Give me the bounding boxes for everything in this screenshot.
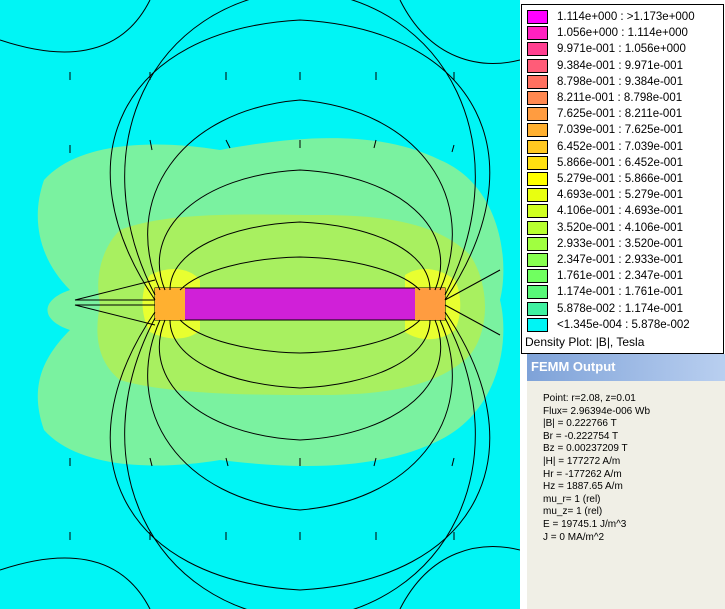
legend-row: 3.520e-001 : 4.106e-001 xyxy=(522,220,722,236)
legend-row: 1.174e-001 : 1.761e-001 xyxy=(522,284,722,300)
output-line: E = 19745.1 J/m^3 xyxy=(543,519,627,530)
density-legend: 1.114e+000 : >1.173e+000 1.056e+000 : 1.1… xyxy=(521,4,724,354)
legend-row: 7.625e-001 : 8.211e-001 xyxy=(522,106,722,122)
legend-range-label: 8.211e-001 : 8.798e-001 xyxy=(557,92,683,104)
legend-row: 1.761e-001 : 2.347e-001 xyxy=(522,268,722,284)
legend-swatch xyxy=(527,172,548,186)
output-line: Hz = 1887.65 A/m xyxy=(543,481,623,493)
legend-swatch xyxy=(527,42,548,57)
legend-swatch xyxy=(527,155,548,170)
legend-range-label: 5.279e-001 : 5.866e-001 xyxy=(557,173,683,185)
legend-swatch xyxy=(527,236,548,251)
legend-row: 8.211e-001 : 8.798e-001 xyxy=(522,90,722,106)
legend-row: 4.106e-001 : 4.693e-001 xyxy=(522,203,722,219)
legend-range-label: <1.345e-004 : 5.878e-002 xyxy=(557,318,690,331)
legend-range-label: 1.114e+000 : >1.173e+000 xyxy=(557,11,695,23)
output-line: mu_r= 1 (rel) xyxy=(543,493,601,505)
output-line: Point: r=2.08, z=0.01 xyxy=(543,393,636,404)
output-line: mu_z= 1 (rel) xyxy=(543,506,603,518)
legend-row: 2.933e-001 : 3.520e-001 xyxy=(522,236,722,252)
legend-swatch xyxy=(527,91,548,105)
legend-swatch xyxy=(527,123,548,138)
output-line: Hr = -177262 A/m xyxy=(543,468,622,480)
legend-swatch xyxy=(527,285,548,300)
legend-swatch xyxy=(527,107,548,122)
legend-range-label: 9.971e-001 : 1.056e+000 xyxy=(557,43,686,56)
density-plot-canvas[interactable] xyxy=(0,0,520,609)
legend-swatch xyxy=(527,58,548,73)
legend-row: 8.798e-001 : 9.384e-001 xyxy=(522,74,722,90)
legend-range-label: 1.761e-001 : 2.347e-001 xyxy=(557,270,683,283)
output-line: Bz = 0.00237209 T xyxy=(543,443,628,455)
legend-range-label: 7.625e-001 : 8.211e-001 xyxy=(557,108,683,121)
legend-range-label: 3.520e-001 : 4.106e-001 xyxy=(557,221,683,234)
output-line: |H| = 177272 A/m xyxy=(543,456,621,467)
legend-row: 4.693e-001 : 5.279e-001 xyxy=(522,187,722,203)
field-plot-svg xyxy=(0,0,520,609)
legend-range-label: 2.347e-001 : 2.933e-001 xyxy=(557,254,683,266)
legend-range-label: 5.878e-002 : 1.174e-001 xyxy=(557,302,683,315)
legend-row: 5.279e-001 : 5.866e-001 xyxy=(522,171,722,187)
output-line: |B| = 0.222766 T xyxy=(543,418,617,430)
legend-range-label: 4.693e-001 : 5.279e-001 xyxy=(557,189,683,202)
legend-row: 7.039e-001 : 7.625e-001 xyxy=(522,122,722,138)
legend-row: 9.384e-001 : 9.971e-001 xyxy=(522,58,722,74)
legend-row: 2.347e-001 : 2.933e-001 xyxy=(522,252,722,268)
legend-caption: Density Plot: |B|, Tesla xyxy=(525,335,645,349)
legend-row: 1.114e+000 : >1.173e+000 xyxy=(522,9,722,25)
legend-swatch xyxy=(527,139,548,154)
legend-range-label: 1.056e+000 : 1.114e+000 xyxy=(557,27,688,40)
output-line: J = 0 MA/m^2 xyxy=(543,531,605,543)
legend-swatch xyxy=(527,188,548,203)
output-title-bar[interactable]: FEMM Output xyxy=(527,354,725,381)
legend-range-label: 7.039e-001 : 7.625e-001 xyxy=(557,124,683,137)
legend-row: 5.878e-002 : 1.174e-001 xyxy=(522,301,722,317)
legend-range-label: 4.106e-001 : 4.693e-001 xyxy=(557,205,683,218)
output-title: FEMM Output xyxy=(531,359,616,374)
legend-row: 1.056e+000 : 1.114e+000 xyxy=(522,25,722,41)
legend-swatch xyxy=(527,10,548,24)
output-body: Point: r=2.08, z=0.01 Flux= 2.96394e-006 … xyxy=(527,381,725,609)
legend-range-label: 2.933e-001 : 3.520e-001 xyxy=(557,237,683,250)
legend-range-label: 8.798e-001 : 9.384e-001 xyxy=(557,75,683,88)
legend-swatch xyxy=(527,317,548,332)
femm-output-panel: FEMM Output Point: r=2.08, z=0.01 Flux= 2… xyxy=(527,354,725,609)
legend-row: <1.345e-004 : 5.878e-002 xyxy=(522,317,722,333)
legend-swatch xyxy=(527,301,548,316)
magnet-end-right xyxy=(415,288,445,320)
legend-row: 5.866e-001 : 6.452e-001 xyxy=(522,155,722,171)
magnet-block[interactable] xyxy=(154,287,446,321)
legend-swatch xyxy=(527,220,548,235)
magnet-end-left xyxy=(155,288,185,320)
legend-range-label: 5.866e-001 : 6.452e-001 xyxy=(557,156,683,169)
output-line: Flux= 2.96394e-006 Wb xyxy=(543,405,651,417)
legend-swatch xyxy=(527,26,548,41)
legend-swatch xyxy=(527,269,548,284)
legend-range-label: 9.384e-001 : 9.971e-001 xyxy=(557,59,683,72)
legend-swatch xyxy=(527,253,548,267)
legend-row: 9.971e-001 : 1.056e+000 xyxy=(522,41,722,57)
legend-swatch xyxy=(527,74,548,89)
legend-row: 6.452e-001 : 7.039e-001 xyxy=(522,139,722,155)
legend-swatch xyxy=(527,204,548,219)
output-line: Br = -0.222754 T xyxy=(543,430,619,442)
legend-range-label: 6.452e-001 : 7.039e-001 xyxy=(557,140,683,153)
legend-range-label: 1.174e-001 : 1.761e-001 xyxy=(557,286,683,299)
